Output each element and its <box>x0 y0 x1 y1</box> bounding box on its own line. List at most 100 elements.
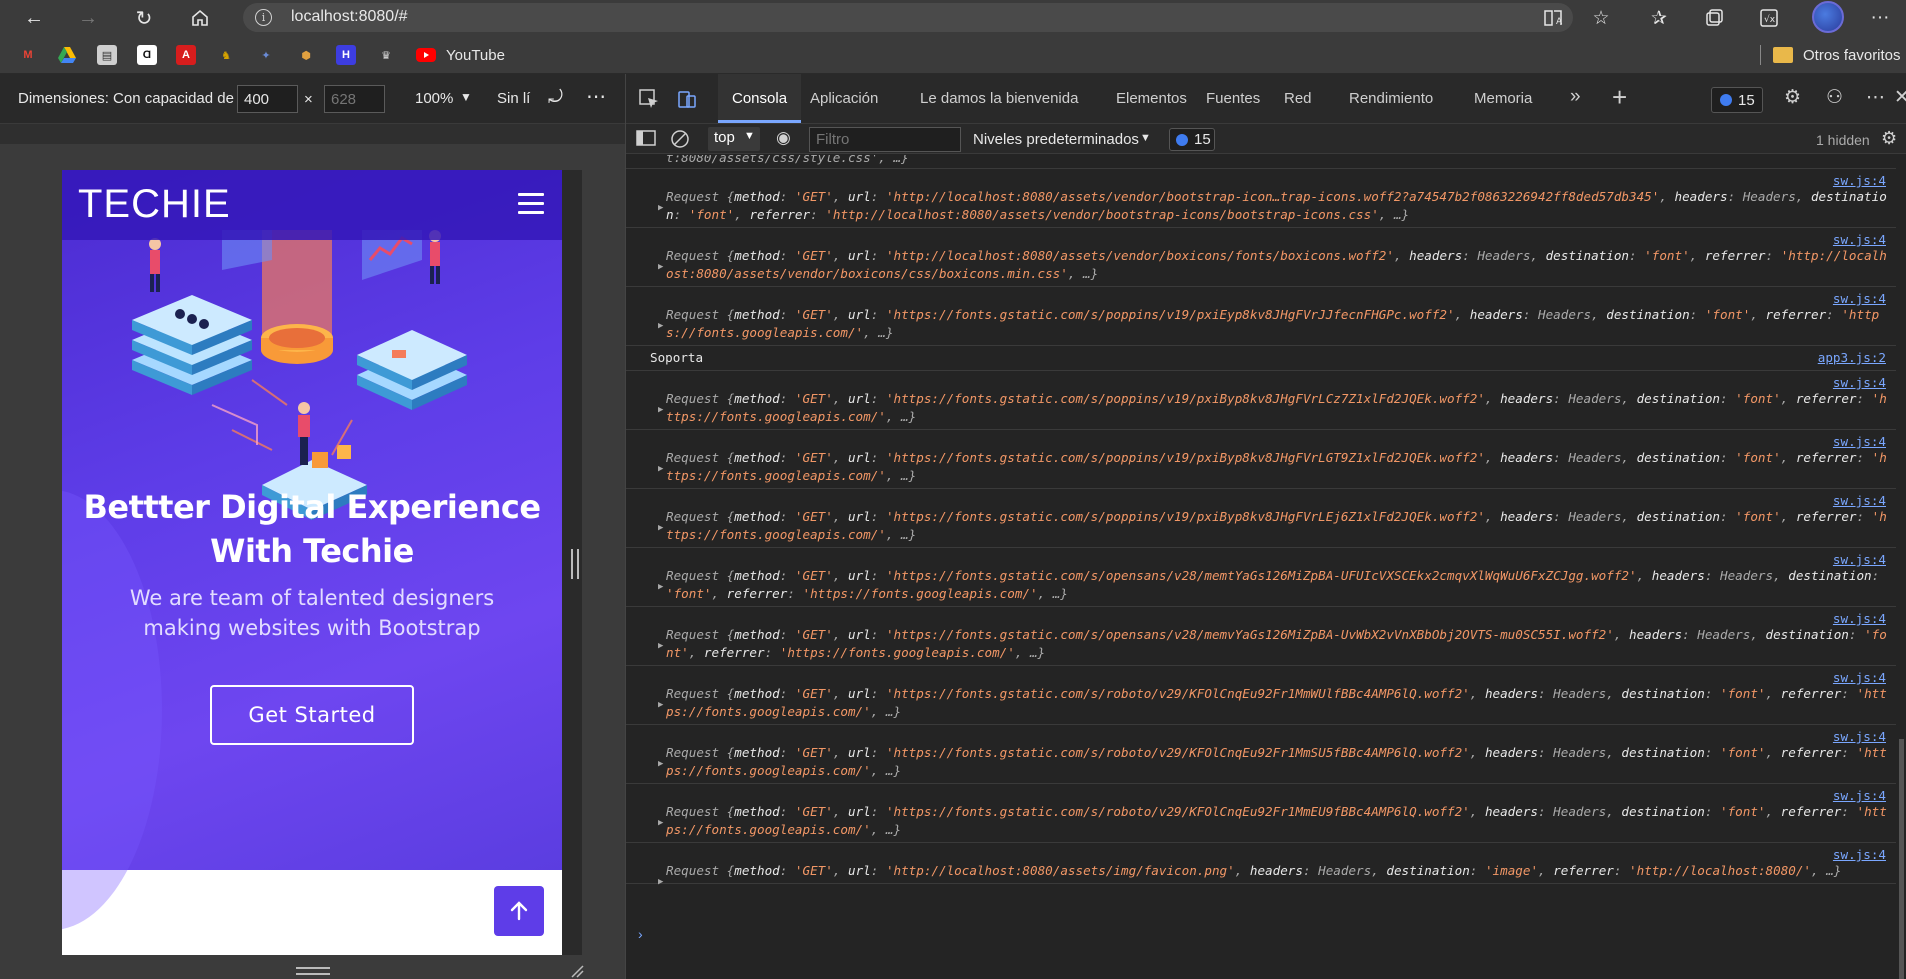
console-request-entry[interactable]: sw.js:4 ▶ Request {method: 'GET', url: 'ht… <box>626 489 1896 548</box>
issues-counter[interactable]: 15 <box>1711 87 1763 113</box>
console-request-entry[interactable]: sw.js:4 ▶ Request {method: 'GET', url: 'ht… <box>626 725 1896 784</box>
more-tabs-icon[interactable]: » <box>1570 86 1581 108</box>
console-request-entry[interactable]: sw.js:4 ▶ Request {method: 'GET', url: 'ht… <box>626 784 1896 843</box>
tab-bienvenida[interactable]: Le damos la bienvenida <box>920 90 1078 107</box>
source-link[interactable]: sw.js:4 <box>1833 492 1886 510</box>
add-favorite-icon[interactable]: ☆ <box>1587 4 1615 32</box>
expand-arrow-icon[interactable]: ▶ <box>658 401 663 419</box>
tab-aplicacion[interactable]: Aplicación <box>810 90 878 107</box>
width-input[interactable] <box>237 85 298 113</box>
filter-input[interactable] <box>809 127 961 152</box>
source-link[interactable]: sw.js:4 <box>1833 728 1886 746</box>
bookmark-10-icon[interactable]: ♛ <box>376 45 396 65</box>
other-favorites-label[interactable]: Otros favoritos <box>1803 47 1901 64</box>
tab-red[interactable]: Red <box>1284 90 1312 107</box>
tab-consola[interactable]: Consola <box>732 90 787 107</box>
bookmark-3-icon[interactable]: ▤ <box>97 45 117 65</box>
reader-mode-icon[interactable]: A <box>1540 4 1568 32</box>
adobe-bookmark-icon[interactable]: A <box>176 45 196 65</box>
gmail-bookmark-icon[interactable]: M <box>18 45 38 65</box>
settings-more-icon[interactable]: ··· <box>1866 4 1894 32</box>
bookmark-7-icon[interactable]: ✦ <box>256 45 276 65</box>
log-levels-select[interactable]: Niveles predeterminados <box>973 131 1139 148</box>
back-to-top-button[interactable] <box>494 886 544 936</box>
source-link[interactable]: sw.js:4 <box>1833 787 1886 805</box>
url-text[interactable]: localhost:8080/# <box>291 8 408 26</box>
more-options-icon[interactable]: ⋯ <box>1866 86 1885 109</box>
expand-arrow-icon[interactable]: ▶ <box>658 637 663 655</box>
reload-button[interactable]: ↻ <box>130 4 158 32</box>
console-request-entry[interactable]: sw.js:4 ▶ Request {method: 'GET', url: 'ht… <box>626 169 1896 228</box>
messages-counter[interactable]: 15 <box>1169 128 1215 151</box>
rotate-icon[interactable]: ⤾ <box>548 87 563 108</box>
hamburger-menu-icon[interactable] <box>518 193 544 215</box>
source-link[interactable]: sw.js:4 <box>1833 172 1886 190</box>
expand-arrow-icon[interactable]: ▶ <box>658 519 663 537</box>
get-started-button[interactable]: Get Started <box>210 685 414 745</box>
device-emulation-icon[interactable] <box>676 88 698 110</box>
expand-arrow-icon[interactable]: ▶ <box>658 578 663 596</box>
forward-button[interactable]: → <box>74 4 102 32</box>
console-request-entry[interactable]: sw.js:4 ▶ Request {method: 'GET', url: 'ht… <box>626 371 1896 430</box>
youtube-bookmark-icon[interactable] <box>416 45 436 65</box>
favorites-icon[interactable]: ✰ <box>1645 4 1673 32</box>
expand-arrow-icon[interactable]: ▶ <box>658 317 663 335</box>
sidebar-toggle-icon[interactable] <box>636 129 656 147</box>
source-link[interactable]: sw.js:4 <box>1833 374 1886 392</box>
gear-icon[interactable]: ⚙ <box>1881 128 1897 149</box>
resize-handle-horizontal[interactable] <box>296 967 330 975</box>
resize-corner-icon[interactable] <box>570 964 584 978</box>
profile-avatar[interactable] <box>1812 1 1844 33</box>
source-link[interactable]: sw.js:4 <box>1833 846 1886 864</box>
bookmark-4-icon[interactable]: Ɑ <box>137 45 157 65</box>
address-bar[interactable]: i localhost:8080/# <box>243 3 1573 32</box>
console-request-entry[interactable]: sw.js:4 ▶ Request {method: 'GET', url: 'ht… <box>626 666 1896 725</box>
expand-arrow-icon[interactable]: ▶ <box>658 460 663 478</box>
tab-rendimiento[interactable]: Rendimiento <box>1349 90 1433 107</box>
expand-arrow-icon[interactable]: ▶ <box>658 755 663 773</box>
expand-arrow-icon[interactable]: ▶ <box>658 258 663 276</box>
console-request-entry[interactable]: sw.js:4 ▶ Request {method: 'GET', url: 'ht… <box>626 548 1896 607</box>
source-link[interactable]: sw.js:4 <box>1833 433 1886 451</box>
expand-arrow-icon[interactable]: ▶ <box>658 199 663 217</box>
math-solver-icon[interactable]: √x <box>1755 4 1783 32</box>
expand-arrow-icon[interactable]: ▶ <box>658 696 663 714</box>
tab-fuentes[interactable]: Fuentes <box>1206 90 1260 107</box>
collections-icon[interactable] <box>1700 4 1728 32</box>
dimensions-select[interactable]: Dimensiones: Con capacidad de <box>18 90 234 107</box>
home-button[interactable] <box>186 4 214 32</box>
more-options-icon[interactable]: ⋯ <box>586 84 607 109</box>
tab-elementos[interactable]: Elementos <box>1116 90 1187 107</box>
source-link[interactable]: app3.js:2 <box>1818 349 1886 367</box>
height-input[interactable] <box>324 85 385 113</box>
source-link[interactable]: sw.js:4 <box>1833 669 1886 687</box>
tab-memoria[interactable]: Memoria <box>1474 90 1532 107</box>
bookmark-8-icon[interactable]: ⬢ <box>296 45 316 65</box>
drive-bookmark-icon[interactable] <box>57 45 77 65</box>
youtube-bookmark-label[interactable]: YouTube <box>446 47 505 64</box>
info-icon[interactable]: i <box>255 9 272 26</box>
console-scroll-thumb[interactable] <box>1899 739 1904 979</box>
close-icon[interactable]: ✕ <box>1894 86 1906 109</box>
console-request-entry[interactable]: sw.js:4 ▶ Request {method: 'GET', url: 'ht… <box>626 607 1896 666</box>
bookmark-6-icon[interactable]: ♞ <box>216 45 236 65</box>
expand-arrow-icon[interactable]: ▶ <box>658 814 663 832</box>
console-request-entry[interactable]: sw.js:4 ▶ Request {method: 'GET', url: 'ht… <box>626 430 1896 489</box>
console-request-entry[interactable]: sw.js:4 ▶ Request {method: 'GET', url: 'ht… <box>626 228 1896 287</box>
back-button[interactable]: ← <box>20 4 48 32</box>
zoom-select[interactable]: 100% <box>415 90 453 107</box>
expand-arrow-icon[interactable]: ▶ <box>658 873 663 891</box>
folder-icon[interactable] <box>1773 47 1793 63</box>
gear-icon[interactable]: ⚙ <box>1784 86 1801 109</box>
throttle-select[interactable]: Sin límite <box>497 90 531 107</box>
console-request-entry[interactable]: sw.js:4 ▶ Request {method: 'GET', url: 'ht… <box>626 843 1896 887</box>
source-link[interactable]: sw.js:4 <box>1833 290 1886 308</box>
source-link[interactable]: sw.js:4 <box>1833 551 1886 569</box>
bookmark-9-icon[interactable]: H <box>336 45 356 65</box>
console-prompt-icon[interactable]: › <box>638 926 643 942</box>
site-logo[interactable]: TECHIE <box>78 182 231 227</box>
source-link[interactable]: sw.js:4 <box>1833 610 1886 628</box>
console-request-entry[interactable]: sw.js:4 ▶ Request {method: 'GET', url: 'ht… <box>626 287 1896 346</box>
inspect-icon[interactable] <box>638 88 660 110</box>
eye-icon[interactable]: ◉ <box>776 128 791 148</box>
